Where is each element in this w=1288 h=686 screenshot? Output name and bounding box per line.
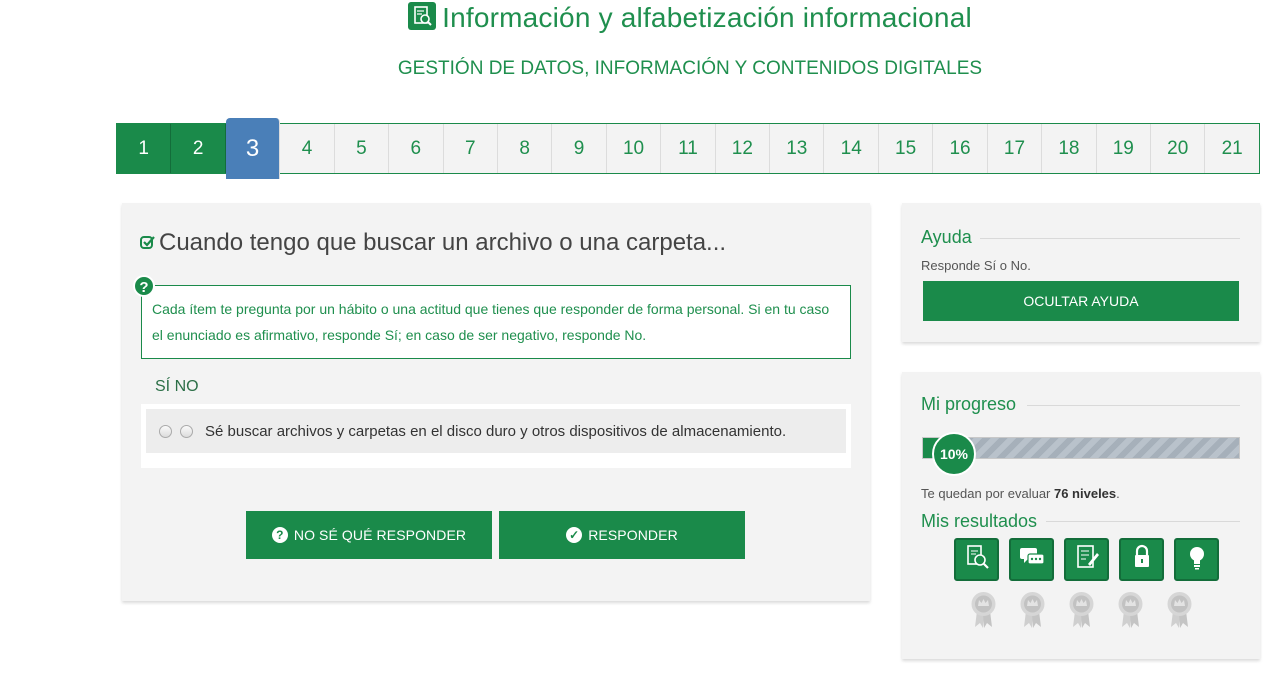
- answer-label: RESPONDER: [588, 527, 678, 543]
- hide-help-button[interactable]: OCULTAR AYUDA: [923, 281, 1239, 321]
- step-16[interactable]: 16: [933, 124, 988, 173]
- page-subtitle: GESTIÓN DE DATOS, INFORMACIÓN Y CONTENID…: [397, 58, 983, 79]
- step-7[interactable]: 7: [444, 124, 498, 173]
- check-circle-icon: ✓: [566, 527, 583, 543]
- step-8[interactable]: 8: [498, 124, 553, 173]
- page-title: Información y alfabetización informacion…: [0, 2, 1288, 34]
- yes-radio[interactable]: [159, 424, 172, 438]
- edit-document-icon: [1072, 542, 1102, 577]
- badge-information[interactable]: [954, 538, 999, 581]
- step-4[interactable]: 4: [280, 124, 335, 173]
- document-search-icon: [962, 542, 992, 577]
- step-17[interactable]: 17: [988, 124, 1043, 173]
- help-heading: Ayuda: [921, 227, 972, 247]
- remaining-suffix: .: [1116, 486, 1120, 501]
- no-radio[interactable]: [180, 424, 193, 438]
- hint-box: Cada ítem te pregunta por un hábito o un…: [141, 285, 851, 359]
- step-3[interactable]: 3: [225, 118, 281, 179]
- results-heading: Mis resultados: [921, 511, 1038, 531]
- step-11[interactable]: 11: [661, 124, 716, 173]
- help-card: Ayuda Responde Sí o No. OCULTAR AYUDA: [902, 203, 1260, 342]
- step-10[interactable]: 10: [607, 124, 662, 173]
- items-list: Sé buscar archivos y carpetas en el disc…: [141, 404, 851, 468]
- question-mark-icon: ?: [271, 527, 288, 543]
- dont-know-button[interactable]: ? NO SÉ QUÉ RESPONDER: [246, 511, 492, 559]
- answer-button[interactable]: ✓ RESPONDER: [499, 511, 745, 559]
- step-20[interactable]: 20: [1151, 124, 1206, 173]
- step-1[interactable]: 1: [117, 124, 172, 173]
- step-13[interactable]: 13: [770, 124, 825, 173]
- document-search-icon: [408, 2, 437, 30]
- badge-content[interactable]: [1064, 538, 1109, 581]
- progress-percent: 10%: [932, 432, 976, 476]
- results-badges: [954, 538, 1219, 581]
- remaining-prefix: Te quedan por evaluar: [921, 486, 1054, 501]
- list-item: Sé buscar archivos y carpetas en el disc…: [146, 409, 846, 453]
- question-title: Cuando tengo que buscar un archivo o una…: [140, 229, 726, 257]
- help-text: Responde Sí o No.: [921, 258, 1031, 273]
- yes-no-header: SÍ NO: [155, 378, 199, 395]
- medal-icon: [970, 591, 997, 629]
- medal-icon: [1019, 591, 1046, 629]
- step-5[interactable]: 5: [335, 124, 390, 173]
- step-14[interactable]: 14: [824, 124, 879, 173]
- chat-bubbles-icon: [1017, 542, 1047, 577]
- step-6[interactable]: 6: [389, 124, 444, 173]
- badge-security[interactable]: [1119, 538, 1164, 581]
- step-15[interactable]: 15: [879, 124, 934, 173]
- step-2[interactable]: 2: [171, 124, 226, 173]
- divider: [1027, 405, 1240, 406]
- remaining-count: 76 niveles: [1053, 486, 1117, 501]
- question-title-text: Cuando tengo que buscar un archivo o una…: [159, 229, 727, 256]
- step-21[interactable]: 21: [1205, 124, 1258, 173]
- question-stepper: 1 2 3 4 5 6 7 8 9 10 11 12 13 14 15 16 17 18 19 20 21: [116, 118, 1260, 179]
- lightbulb-icon: [1182, 542, 1212, 577]
- item-text: Sé buscar archivos y carpetas en el disc…: [205, 422, 787, 440]
- question-card: Cuando tengo que buscar un archivo o una…: [122, 203, 870, 601]
- step-18[interactable]: 18: [1042, 124, 1097, 173]
- divider: [1046, 521, 1240, 522]
- medal-icon: [1117, 591, 1144, 629]
- dont-know-label: NO SÉ QUÉ RESPONDER: [293, 527, 467, 543]
- results-medals: [970, 591, 1193, 629]
- step-9[interactable]: 9: [552, 124, 607, 173]
- divider: [980, 238, 1240, 239]
- progress-heading: Mi progreso: [921, 394, 1017, 414]
- remaining-text: Te quedan por evaluar 76 niveles.: [921, 486, 1120, 501]
- badge-problem-solving[interactable]: [1174, 538, 1219, 581]
- medal-icon: [1068, 591, 1095, 629]
- step-12[interactable]: 12: [716, 124, 771, 173]
- check-square-icon: [140, 229, 155, 249]
- question-mark-icon: ?: [133, 275, 155, 297]
- medal-icon: [1166, 591, 1193, 629]
- page-title-text: Información y alfabetización informacion…: [442, 2, 972, 33]
- badge-communication[interactable]: [1009, 538, 1054, 581]
- progress-card: Mi progreso 10% Te quedan por evaluar 76…: [902, 372, 1260, 659]
- lock-icon: [1127, 542, 1157, 577]
- step-19[interactable]: 19: [1097, 124, 1152, 173]
